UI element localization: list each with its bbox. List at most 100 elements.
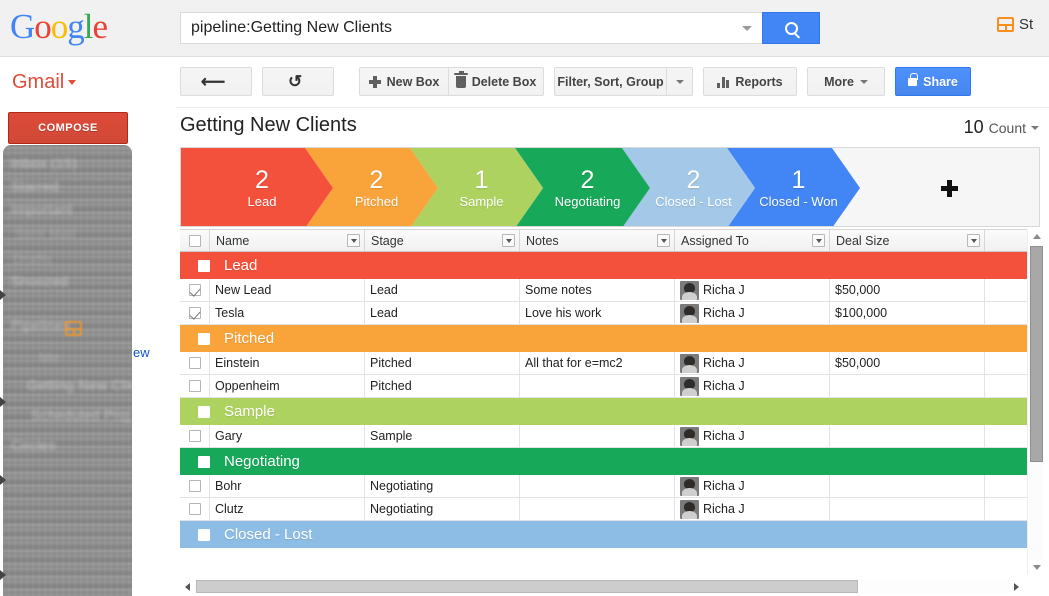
cell-name[interactable]: Clutz <box>210 498 365 520</box>
cell-deal-size[interactable]: $50,000 <box>830 279 985 301</box>
cell-stage[interactable]: Lead <box>365 302 520 324</box>
group-header-row[interactable]: Pitched <box>180 325 1040 352</box>
cell-stage[interactable]: Pitched <box>365 375 520 397</box>
scroll-up-button[interactable] <box>1028 229 1045 243</box>
cell-notes[interactable]: All that for e=mc2 <box>520 352 675 374</box>
group-header-row[interactable]: Sample <box>180 398 1040 425</box>
cell-assigned-to[interactable]: Richa J <box>675 425 830 447</box>
group-header-row[interactable]: Negotiating <box>180 448 1040 475</box>
share-button[interactable]: Share <box>895 67 971 96</box>
select-all-checkbox[interactable] <box>189 235 201 247</box>
delete-box-button[interactable]: Delete Box <box>448 67 544 96</box>
pointer-arrow-icon <box>0 475 6 485</box>
cell-stage[interactable]: Negotiating <box>365 498 520 520</box>
funnel-stage-lead[interactable]: 2Lead <box>181 148 333 227</box>
google-logo[interactable]: Google <box>10 8 107 46</box>
cell-deal-size[interactable] <box>830 475 985 497</box>
compose-button[interactable]: COMPOSE <box>8 112 128 144</box>
search-input-wrapper[interactable] <box>180 12 762 44</box>
gmail-menu[interactable]: Gmail <box>12 71 76 94</box>
row-checkbox[interactable] <box>189 284 201 296</box>
cell-notes[interactable]: Love his work <box>520 302 675 324</box>
cell-stage[interactable]: Pitched <box>365 352 520 374</box>
cell-assigned-to[interactable]: Richa J <box>675 302 830 324</box>
cell-deal-size[interactable] <box>830 375 985 397</box>
refresh-button[interactable]: ↻ <box>262 67 334 96</box>
row-checkbox[interactable] <box>189 357 201 369</box>
filter-dropdown-icon[interactable] <box>657 234 670 247</box>
group-select-checkbox[interactable] <box>198 529 210 541</box>
scroll-right-button[interactable] <box>1009 578 1023 595</box>
filter-sort-group-dropdown[interactable] <box>666 67 693 96</box>
group-select-checkbox[interactable] <box>198 260 210 272</box>
cell-name[interactable]: Einstein <box>210 352 365 374</box>
table-row[interactable]: OppenheimPitched Richa J <box>180 375 1040 398</box>
cell-name[interactable]: Bohr <box>210 475 365 497</box>
obscured-mail-nav-list[interactable]: Inbox (15) Starred Important Sent Mail D… <box>3 145 132 596</box>
nav-ghost-item: Sent Mail <box>15 225 76 241</box>
cell-assigned-to[interactable]: Richa J <box>675 375 830 397</box>
table-row[interactable]: BohrNegotiating Richa J <box>180 475 1040 498</box>
back-button[interactable]: ⟵ <box>180 67 252 96</box>
filter-dropdown-icon[interactable] <box>347 234 360 247</box>
reports-button[interactable]: Reports <box>703 67 797 96</box>
sidebar-edge-link[interactable]: ew <box>133 345 150 360</box>
cell-stage[interactable]: Lead <box>365 279 520 301</box>
horizontal-scroll-thumb[interactable] <box>196 580 858 593</box>
group-header-row[interactable]: Lead <box>180 252 1040 279</box>
cell-notes[interactable] <box>520 375 675 397</box>
row-checkbox[interactable] <box>189 503 201 515</box>
cell-name[interactable]: Tesla <box>210 302 365 324</box>
vertical-scrollbar[interactable] <box>1027 229 1044 574</box>
count-selector[interactable]: 10 Count <box>964 117 1039 138</box>
group-header-row[interactable]: Closed - Lost <box>180 521 1040 548</box>
search-button[interactable] <box>762 12 820 44</box>
add-stage-button[interactable] <box>860 148 1039 227</box>
nav-ghost-item: Scheduled Proj. <box>31 407 132 423</box>
filter-dropdown-icon[interactable] <box>812 234 825 247</box>
vertical-scroll-thumb[interactable] <box>1030 246 1043 462</box>
search-input[interactable] <box>191 19 736 37</box>
scroll-down-button[interactable] <box>1028 560 1045 574</box>
group-select-checkbox[interactable] <box>198 333 210 345</box>
table-row[interactable]: EinsteinPitchedAll that for e=mc2Richa J… <box>180 352 1040 375</box>
cell-assigned-to[interactable]: Richa J <box>675 279 830 301</box>
group-select-checkbox[interactable] <box>198 406 210 418</box>
assignee-name: Richa J <box>703 502 745 516</box>
cell-assigned-to[interactable]: Richa J <box>675 475 830 497</box>
row-checkbox[interactable] <box>189 307 201 319</box>
cell-name[interactable]: New Lead <box>210 279 365 301</box>
cell-notes[interactable] <box>520 425 675 447</box>
table-row[interactable]: New LeadLeadSome notesRicha J$50,000 <box>180 279 1040 302</box>
cell-notes[interactable] <box>520 498 675 520</box>
cell-stage[interactable]: Sample <box>365 425 520 447</box>
row-checkbox[interactable] <box>189 380 201 392</box>
search-options-chevron-down-icon[interactable] <box>742 26 752 31</box>
cell-deal-size[interactable] <box>830 498 985 520</box>
cell-assigned-to[interactable]: Richa J <box>675 352 830 374</box>
filter-dropdown-icon[interactable] <box>967 234 980 247</box>
horizontal-scrollbar[interactable] <box>180 578 1023 595</box>
cell-deal-size[interactable] <box>830 425 985 447</box>
pointer-arrow-icon <box>0 290 6 300</box>
group-select-checkbox[interactable] <box>198 456 210 468</box>
row-checkbox[interactable] <box>189 430 201 442</box>
new-box-button[interactable]: New Box <box>359 67 448 96</box>
table-row[interactable]: TeslaLeadLove his workRicha J$100,000 <box>180 302 1040 325</box>
cell-assigned-to[interactable]: Richa J <box>675 498 830 520</box>
table-row[interactable]: ClutzNegotiating Richa J <box>180 498 1040 521</box>
cell-name[interactable]: Oppenheim <box>210 375 365 397</box>
row-checkbox[interactable] <box>189 480 201 492</box>
scroll-left-button[interactable] <box>180 578 194 595</box>
cell-name[interactable]: Gary <box>210 425 365 447</box>
cell-deal-size[interactable]: $50,000 <box>830 352 985 374</box>
filter-sort-group-button[interactable]: Filter, Sort, Group <box>554 67 666 96</box>
cell-stage[interactable]: Negotiating <box>365 475 520 497</box>
cell-notes[interactable]: Some notes <box>520 279 675 301</box>
cell-notes[interactable] <box>520 475 675 497</box>
filter-dropdown-icon[interactable] <box>502 234 515 247</box>
streak-menu-link[interactable]: St <box>997 16 1049 33</box>
cell-deal-size[interactable]: $100,000 <box>830 302 985 324</box>
table-row[interactable]: GarySample Richa J <box>180 425 1040 448</box>
more-button[interactable]: More <box>807 67 885 96</box>
